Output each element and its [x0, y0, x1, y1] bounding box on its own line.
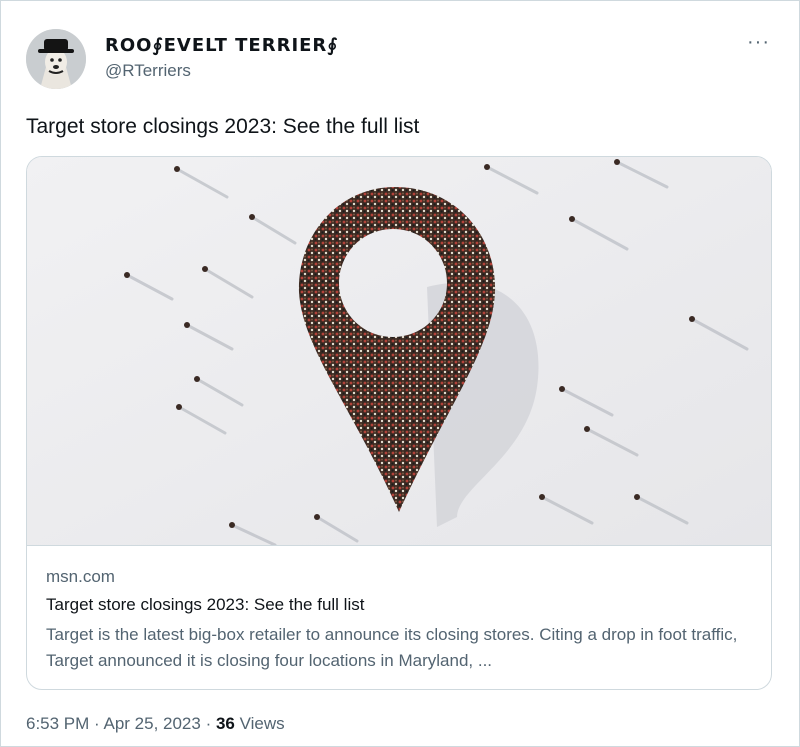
- meta-separator: ·: [89, 714, 104, 733]
- tweet-text: Target store closings 2023: See the full…: [26, 115, 420, 138]
- more-options-button[interactable]: ···: [747, 31, 770, 54]
- card-title: Target store closings 2023: See the full…: [46, 595, 365, 614]
- card-description: Target is the latest big-box retailer to…: [46, 625, 738, 670]
- meta-separator: ·: [200, 714, 216, 733]
- tweet-meta: 6:53 PM · Apr 25, 2023 · 36 Views: [26, 714, 285, 734]
- display-name[interactable]: ROO∮EVELT TERRIER∮: [105, 35, 338, 56]
- views-label[interactable]: Views: [240, 714, 285, 733]
- card-image[interactable]: [27, 157, 771, 547]
- user-handle[interactable]: @RTerriers: [105, 61, 191, 81]
- views-count[interactable]: 36: [216, 714, 235, 733]
- tweet-time[interactable]: 6:53 PM: [26, 714, 89, 733]
- tweet-date[interactable]: Apr 25, 2023: [103, 714, 200, 733]
- card-divider: [27, 545, 771, 546]
- card-domain: msn.com: [46, 567, 115, 586]
- link-preview-card[interactable]: msn.com Target store closings 2023: See …: [26, 156, 772, 690]
- avatar[interactable]: [26, 29, 86, 89]
- tweet-container: ROO∮EVELT TERRIER∮ @RTerriers ··· Target…: [0, 0, 800, 747]
